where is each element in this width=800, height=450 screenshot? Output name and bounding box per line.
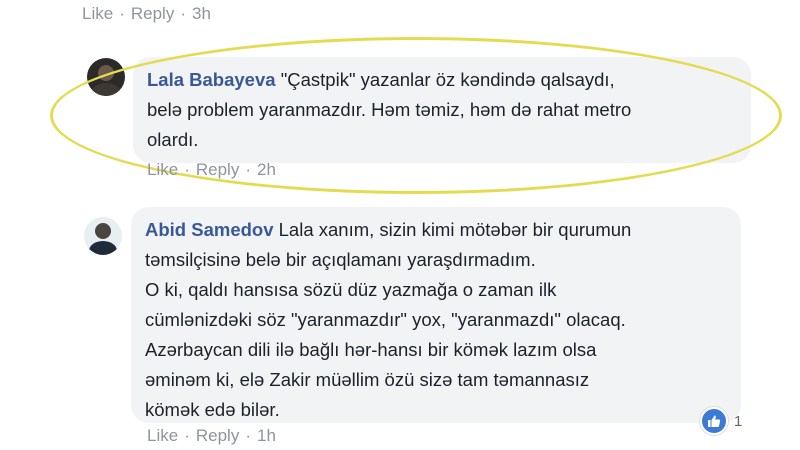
avatar-abid[interactable] bbox=[84, 217, 122, 255]
comment-author[interactable]: Lala Babayeva bbox=[147, 69, 276, 90]
comment-text-line: belə problem yaranmazdır. Həm təmiz, həm… bbox=[147, 99, 632, 120]
comment-bubble: Lala Babayeva "Çastpik" yazanlar öz kənd… bbox=[133, 57, 751, 163]
comment-text-line: təmsilçisinə belə bir açıqlamanı yaraşdı… bbox=[145, 249, 536, 270]
comment-text-line: əminəm ki, elə Zakir müəllim özü sizə ta… bbox=[145, 369, 590, 390]
reply-link[interactable]: Reply bbox=[196, 160, 239, 179]
comment-text-line: "Çastpik" yazanlar öz kəndində qalsaydı, bbox=[280, 69, 615, 90]
comment-text-line: O ki, qaldı hansısa sözü düz yazmağa o z… bbox=[145, 279, 557, 300]
thumbs-up-icon bbox=[700, 407, 728, 435]
comment-author[interactable]: Abid Samedov bbox=[145, 219, 274, 240]
reply-link[interactable]: Reply bbox=[196, 426, 239, 445]
timestamp: 1h bbox=[257, 426, 276, 445]
comment-bubble: Abid Samedov Lala xanım, sizin kimi mötə… bbox=[131, 207, 741, 423]
comment-text-line: olardı. bbox=[147, 129, 199, 150]
timestamp: 3h bbox=[192, 4, 211, 23]
comment-text-line: Lala xanım, sizin kimi mötəbər bir qurum… bbox=[278, 219, 632, 240]
comment-text-line: Azərbaycan dili ilə bağlı hər-hansı bir … bbox=[145, 339, 597, 360]
comment-text-line: kömək edə bilər. bbox=[145, 399, 280, 420]
comment-actions: Like · Reply · 2h bbox=[147, 160, 276, 179]
like-link[interactable]: Like bbox=[82, 4, 113, 23]
comment-actions-top: Like · Reply · 3h bbox=[82, 4, 211, 23]
like-link[interactable]: Like bbox=[147, 160, 178, 179]
comment-actions: Like · Reply · 1h bbox=[147, 426, 276, 445]
reaction-summary[interactable]: 1 bbox=[700, 407, 742, 435]
reply-link[interactable]: Reply bbox=[131, 4, 174, 23]
comment-text-line: cümlənizdəki söz "yaranmazdır" yox, "yar… bbox=[145, 309, 626, 330]
timestamp: 2h bbox=[257, 160, 276, 179]
avatar-lala[interactable] bbox=[87, 58, 125, 96]
like-link[interactable]: Like bbox=[147, 426, 178, 445]
reaction-count: 1 bbox=[734, 412, 743, 430]
